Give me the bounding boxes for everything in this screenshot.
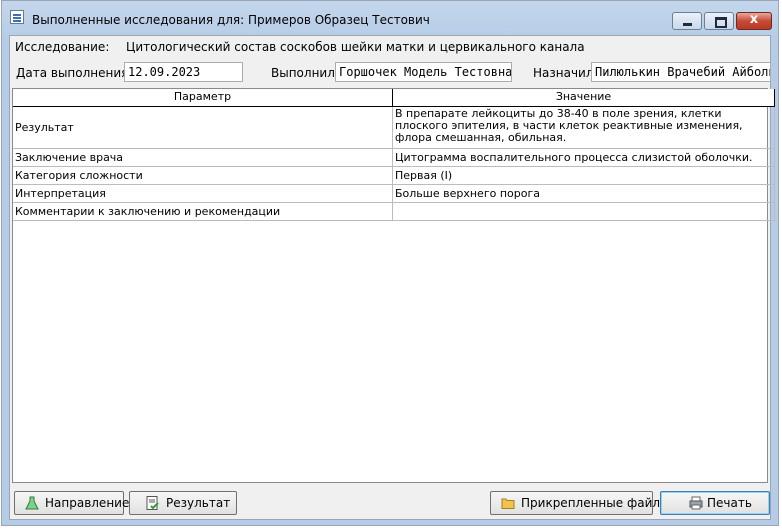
column-header-value[interactable]: Значение <box>393 89 775 107</box>
table-cell-value <box>393 203 775 221</box>
print-button[interactable]: Печать <box>660 491 770 515</box>
flask-icon <box>25 496 39 510</box>
table-row[interactable]: Интерпретация Больше верхнего порога <box>13 185 775 203</box>
table-cell-value: Больше верхнего порога <box>393 185 775 203</box>
assigned-field[interactable]: Пилюлькин Врачебий Айболит <box>591 62 771 82</box>
table-cell-value: В препарате лейкоциты до 38-40 в поле зр… <box>393 107 775 149</box>
result-label: Результат <box>166 496 231 510</box>
table-row[interactable]: Категория сложности Первая (I) <box>13 167 775 185</box>
title-bar[interactable]: Выполненные исследования для: Примеров О… <box>2 1 778 33</box>
direction-button[interactable]: Направление <box>14 491 129 515</box>
client-area: Исследование: Цитологический состав соск… <box>9 35 775 520</box>
table-row[interactable]: Комментарии к заключению и рекомендации <box>13 203 775 221</box>
table-row[interactable]: Результат В препарате лейкоциты до 38-40… <box>13 107 775 149</box>
maximize-button[interactable] <box>704 12 734 30</box>
assigned-label: Назначил: <box>533 66 598 80</box>
performer-label: Выполнил: <box>271 66 339 80</box>
minimize-button[interactable] <box>672 12 702 30</box>
printer-icon <box>689 496 703 510</box>
table-cell-parameter: Заключение врача <box>13 149 393 167</box>
study-value: Цитологический состав соскобов шейки мат… <box>126 40 585 54</box>
table-cell-value: Первая (I) <box>393 167 775 185</box>
print-label: Печать <box>707 496 752 510</box>
table-cell-value: Цитограмма воспалительного процесса слиз… <box>393 149 775 167</box>
direction-label: Направление <box>45 496 130 510</box>
table-row[interactable]: Заключение врача Цитограмма воспалительн… <box>13 149 775 167</box>
table-cell-parameter: Категория сложности <box>13 167 393 185</box>
table-cell-parameter: Комментарии к заключению и рекомендации <box>13 203 393 221</box>
app-icon <box>10 10 24 24</box>
main-window: Выполненные исследования для: Примеров О… <box>1 0 779 526</box>
attached-files-label: Прикрепленные файлы <box>521 496 670 510</box>
table-cell-parameter: Интерпретация <box>13 185 393 203</box>
document-check-icon <box>146 496 159 510</box>
performer-field[interactable]: Горшочек Модель Тестовна <box>335 62 512 82</box>
close-icon: x <box>749 12 759 27</box>
close-button[interactable]: x <box>736 12 772 30</box>
study-label: Исследование: <box>15 40 110 54</box>
date-label: Дата выполнения: <box>16 66 133 80</box>
date-field[interactable]: 12.09.2023 <box>124 62 243 82</box>
table-cell-parameter: Результат <box>13 107 393 149</box>
results-table[interactable]: Параметр Значение Результат В препарате … <box>12 88 775 483</box>
result-button[interactable]: Результат <box>129 491 237 515</box>
attached-files-button[interactable]: Прикрепленные файлы <box>490 491 670 515</box>
folder-icon <box>501 498 515 509</box>
column-header-parameter[interactable]: Параметр <box>13 89 393 107</box>
window-title: Выполненные исследования для: Примеров О… <box>32 13 430 27</box>
